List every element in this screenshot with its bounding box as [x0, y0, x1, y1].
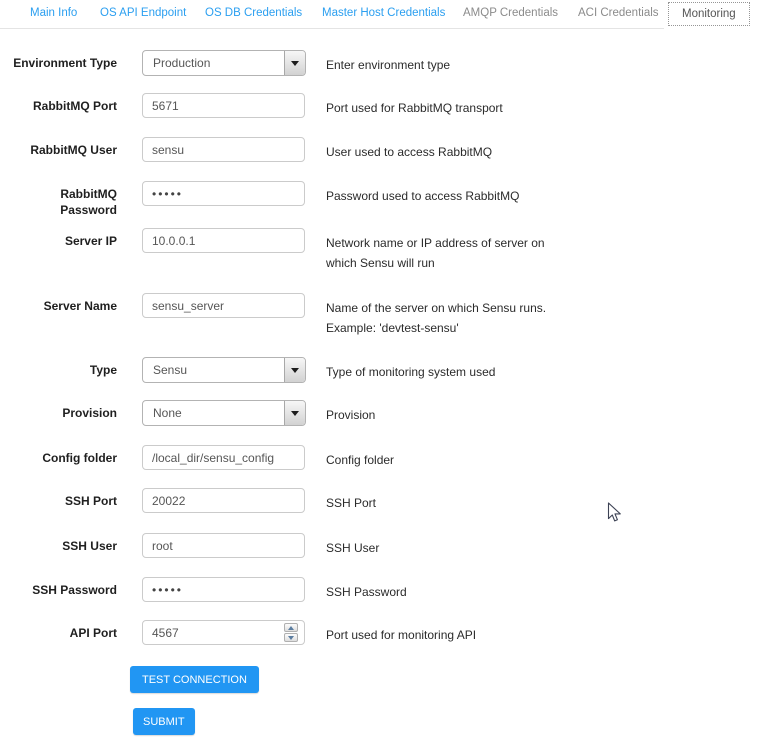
triangle-up-icon: [288, 626, 294, 630]
ssh-port-help: SSH Port: [326, 488, 576, 513]
provision-select[interactable]: None: [142, 400, 306, 426]
server-name-label: Server Name: [0, 293, 117, 314]
rabbitmq-port-input[interactable]: [142, 93, 305, 118]
tab-main-info[interactable]: Main Info: [30, 7, 77, 19]
rabbitmq-port-label: RabbitMQ Port: [0, 93, 117, 114]
select-value: None: [153, 406, 182, 420]
environment-type-label: Environment Type: [0, 50, 117, 71]
chevron-down-icon[interactable]: [284, 51, 305, 75]
environment-type-select[interactable]: Production: [142, 50, 306, 76]
api-port-label: API Port: [0, 620, 117, 641]
tab-monitoring[interactable]: Monitoring: [668, 2, 750, 26]
select-value: Sensu: [153, 363, 187, 377]
spin-up-button[interactable]: [284, 623, 298, 632]
api-port-value: 4567: [152, 626, 179, 640]
rabbitmq-password-help: Password used to access RabbitMQ: [326, 181, 576, 206]
rabbitmq-user-help: User used to access RabbitMQ: [326, 137, 576, 162]
rabbitmq-port-help: Port used for RabbitMQ transport: [326, 93, 576, 118]
ssh-user-input[interactable]: [142, 533, 305, 558]
config-folder-label: Config folder: [0, 445, 117, 466]
spin-down-button[interactable]: [284, 633, 298, 642]
ssh-password-label: SSH Password: [0, 577, 117, 598]
server-ip-input[interactable]: [142, 228, 305, 253]
tab-master-host-credentials[interactable]: Master Host Credentials: [322, 7, 445, 19]
type-help: Type of monitoring system used: [326, 357, 576, 382]
tab-aci-credentials[interactable]: ACI Credentials: [578, 7, 659, 19]
tab-amqp-credentials[interactable]: AMQP Credentials: [463, 7, 558, 19]
config-folder-help: Config folder: [326, 445, 576, 470]
ssh-password-help: SSH Password: [326, 577, 576, 602]
tab-os-api-endpoint[interactable]: OS API Endpoint: [100, 7, 186, 19]
chevron-down-icon[interactable]: [284, 401, 305, 425]
mouse-cursor-icon: [607, 502, 624, 530]
api-port-input[interactable]: 4567: [142, 620, 305, 645]
rabbitmq-user-label: RabbitMQ User: [0, 137, 117, 158]
submit-button[interactable]: SUBMIT: [133, 708, 195, 735]
triangle-down-icon: [288, 636, 294, 640]
server-name-input[interactable]: [142, 293, 305, 318]
chevron-down-icon[interactable]: [284, 358, 305, 382]
ssh-port-label: SSH Port: [0, 488, 117, 509]
tab-bar: Main Info OS API Endpoint OS DB Credenti…: [0, 0, 760, 29]
type-select[interactable]: Sensu: [142, 357, 306, 383]
tab-bar-divider: [0, 28, 664, 29]
number-spinner: [284, 623, 298, 643]
server-ip-label: Server IP: [0, 228, 117, 249]
type-label: Type: [0, 357, 117, 378]
rabbitmq-user-input[interactable]: [142, 137, 305, 162]
ssh-user-label: SSH User: [0, 533, 117, 554]
config-folder-input[interactable]: [142, 445, 305, 470]
provision-label: Provision: [0, 400, 117, 421]
rabbitmq-password-label: RabbitMQ Password: [27, 181, 117, 218]
provision-help: Provision: [326, 400, 576, 425]
server-ip-help: Network name or IP address of server on …: [326, 228, 576, 273]
api-port-help: Port used for monitoring API: [326, 620, 576, 645]
select-value: Production: [153, 56, 210, 70]
ssh-user-help: SSH User: [326, 533, 576, 558]
rabbitmq-password-input[interactable]: [142, 181, 305, 206]
tab-os-db-credentials[interactable]: OS DB Credentials: [205, 7, 302, 19]
environment-type-help: Enter environment type: [326, 50, 576, 75]
test-connection-button[interactable]: TEST CONNECTION: [130, 666, 259, 693]
ssh-port-input[interactable]: [142, 488, 305, 513]
ssh-password-input[interactable]: [142, 577, 305, 602]
server-name-help: Name of the server on which Sensu runs. …: [326, 293, 576, 338]
